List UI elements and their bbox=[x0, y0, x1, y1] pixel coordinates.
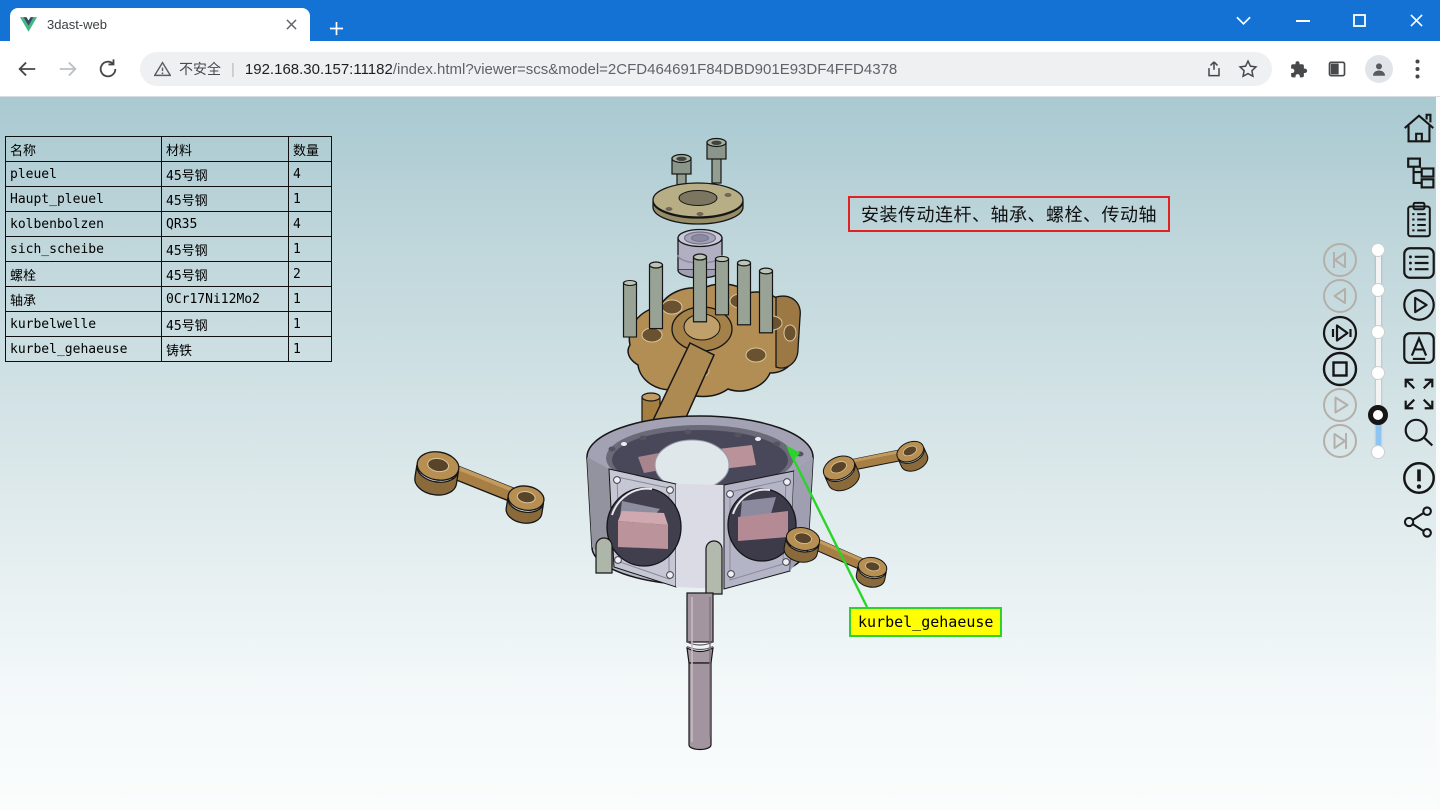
forward-button[interactable] bbox=[54, 55, 82, 83]
home-button[interactable] bbox=[1398, 108, 1440, 150]
table-row: 螺栓45号钢2 bbox=[6, 262, 332, 287]
skip-end-button[interactable] bbox=[1322, 423, 1358, 459]
share-model-button[interactable] bbox=[1398, 501, 1440, 543]
step-marker[interactable] bbox=[1371, 283, 1385, 297]
table-row: kurbel_gehaeuse铸铁1 bbox=[6, 337, 332, 362]
menu-kebab-icon[interactable] bbox=[1402, 54, 1432, 84]
tab-search-chevron-icon[interactable] bbox=[1219, 0, 1267, 41]
back-button[interactable] bbox=[13, 55, 41, 83]
step-slider-thumb[interactable] bbox=[1368, 405, 1388, 425]
bom-header-qty: 数量 bbox=[289, 137, 332, 162]
new-tab-button[interactable] bbox=[322, 14, 350, 42]
step-play-button[interactable] bbox=[1322, 315, 1358, 351]
table-row: kurbelwelle45号钢1 bbox=[6, 312, 332, 337]
bom-header-material: 材料 bbox=[162, 137, 289, 162]
structure-tree-button[interactable] bbox=[1398, 152, 1440, 194]
step-marker[interactable] bbox=[1371, 366, 1385, 380]
table-row: 轴承0Cr17Ni12Mo21 bbox=[6, 287, 332, 312]
scrollbar[interactable] bbox=[1436, 97, 1440, 810]
part-pleuel-upper-right bbox=[820, 423, 931, 505]
bom-header-row: 名称 材料 数量 bbox=[6, 137, 332, 162]
step-marker[interactable] bbox=[1371, 445, 1385, 459]
zoom-button[interactable] bbox=[1398, 414, 1440, 456]
bom-table: 名称 材料 数量 pleuel45号钢4 Haupt_pleuel45号钢1 k… bbox=[5, 136, 332, 362]
part-name-label: kurbel_gehaeuse bbox=[849, 607, 1002, 637]
side-panel-icon[interactable] bbox=[1322, 54, 1352, 84]
step-list-button[interactable] bbox=[1398, 242, 1440, 284]
browser-tab[interactable]: 3dast-web bbox=[10, 8, 310, 41]
separator: | bbox=[231, 61, 235, 78]
url-host: 192.168.30.157:11182 bbox=[245, 61, 393, 78]
step-back-button[interactable] bbox=[1322, 278, 1358, 314]
expand-button[interactable] bbox=[1398, 373, 1440, 415]
maximize-button[interactable] bbox=[1335, 0, 1383, 41]
play-button[interactable] bbox=[1322, 387, 1358, 423]
table-row: pleuel45号钢4 bbox=[6, 162, 332, 187]
titlebar: 3dast-web bbox=[0, 0, 1440, 41]
table-row: kolbenbolzenQR354 bbox=[6, 212, 332, 237]
part-screw-right bbox=[707, 139, 726, 184]
security-label: 不安全 bbox=[179, 59, 221, 79]
url-text: 192.168.30.157:11182/index.html?viewer=s… bbox=[245, 61, 1190, 78]
step-marker[interactable] bbox=[1371, 243, 1385, 257]
play-animation-button[interactable] bbox=[1398, 284, 1440, 326]
vue-favicon bbox=[20, 17, 37, 32]
not-secure-warning-icon bbox=[154, 61, 171, 77]
table-row: Haupt_pleuel45号钢1 bbox=[6, 187, 332, 212]
skip-start-button[interactable] bbox=[1322, 242, 1358, 278]
bom-header-name: 名称 bbox=[6, 137, 162, 162]
alert-button[interactable] bbox=[1398, 457, 1440, 499]
share-page-icon[interactable] bbox=[1204, 59, 1224, 79]
part-kurbelwelle-shaft bbox=[687, 593, 713, 750]
step-marker[interactable] bbox=[1371, 325, 1385, 339]
part-pleuel-lower-right bbox=[780, 525, 892, 590]
extensions-puzzle-icon[interactable] bbox=[1282, 54, 1312, 84]
nav-toolbar: 不安全 | 192.168.30.157:11182/index.html?vi… bbox=[0, 41, 1440, 97]
browser-window: 3dast-web bbox=[0, 0, 1440, 810]
reload-button[interactable] bbox=[94, 55, 122, 83]
annotation-text-button[interactable] bbox=[1398, 327, 1440, 369]
close-window-button[interactable] bbox=[1392, 0, 1440, 41]
profile-avatar[interactable] bbox=[1364, 54, 1394, 84]
table-row: sich_scheibe45号钢1 bbox=[6, 237, 332, 262]
part-kurbel-gehaeuse bbox=[587, 416, 813, 589]
url-path: /index.html?viewer=scs&model=2CFD464691F… bbox=[393, 61, 897, 78]
clipboard-button[interactable] bbox=[1398, 199, 1440, 241]
bookmark-star-icon[interactable] bbox=[1238, 59, 1258, 79]
stop-button[interactable] bbox=[1322, 351, 1358, 387]
tab-title: 3dast-web bbox=[47, 17, 282, 32]
viewer-viewport: 名称 材料 数量 pleuel45号钢4 Haupt_pleuel45号钢1 k… bbox=[0, 97, 1440, 810]
tab-close-icon[interactable] bbox=[282, 16, 300, 34]
step-annotation: 安装传动连杆、轴承、螺栓、传动轴 bbox=[848, 196, 1170, 232]
minimize-button[interactable] bbox=[1279, 0, 1327, 41]
address-bar[interactable]: 不安全 | 192.168.30.157:11182/index.html?vi… bbox=[140, 52, 1272, 86]
part-pleuel-left bbox=[411, 449, 549, 526]
part-washer bbox=[653, 183, 743, 224]
